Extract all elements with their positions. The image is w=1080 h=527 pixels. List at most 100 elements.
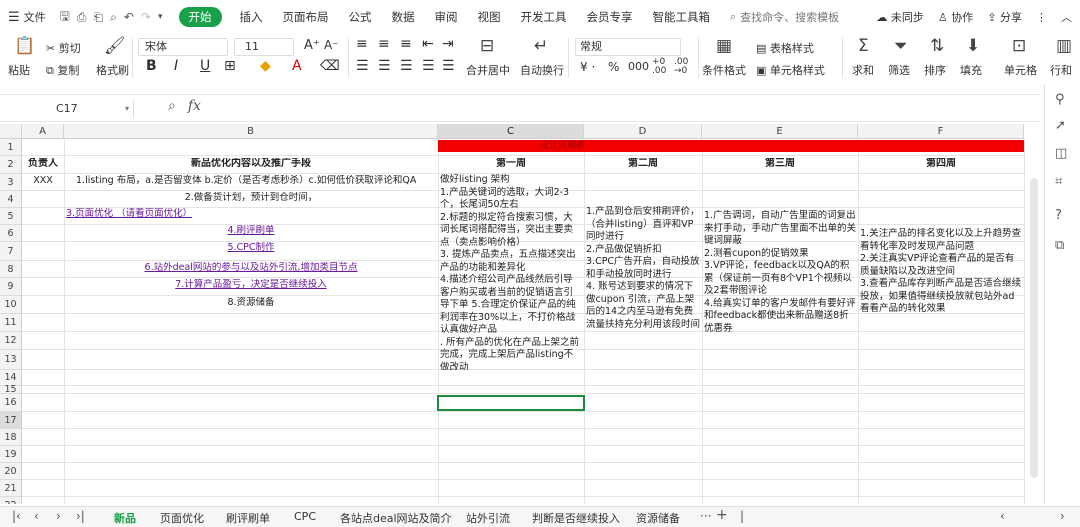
file-menu[interactable]: ☰ 文件 — [8, 9, 46, 25]
scroll-right-icon[interactable]: › — [1060, 509, 1065, 523]
font-size-select[interactable]: 11 — [234, 38, 294, 56]
merge-center-button[interactable]: 合并居中 — [466, 62, 510, 78]
conditional-format-button[interactable]: 条件格式 — [702, 62, 746, 78]
cell-d3[interactable]: 1.产品到仓后安排刷评价，（合并listing）直评和VP同时进行 2.产品做促… — [586, 206, 700, 370]
row-header-18[interactable]: 18 — [0, 429, 22, 446]
cell-b4[interactable]: 2.做备货计划，预计到仓时间， — [64, 192, 438, 205]
cell-b10[interactable]: 8.资源储备 — [64, 297, 438, 310]
select-cursor-icon[interactable]: ➚ — [1055, 118, 1066, 133]
decrease-indent-icon[interactable]: ⇤ — [422, 36, 434, 52]
sheet-grid[interactable]: A B C D E F 1 2 3 4 5 6 7 8 9 10 11 12 13 14 15 16 17 18 1… — [0, 124, 1040, 504]
sum-icon[interactable]: Σ — [858, 36, 869, 56]
zoom-icon[interactable]: ⌕ — [168, 98, 176, 114]
col-header-e[interactable]: E — [702, 124, 858, 139]
first-sheet-icon[interactable]: |‹ — [12, 509, 21, 523]
name-box[interactable]: C17 ▾ — [8, 99, 134, 118]
sum-button[interactable]: 求和 — [852, 62, 874, 78]
align-left-icon[interactable]: ☰ — [356, 58, 369, 74]
col-header-f[interactable]: F — [858, 124, 1024, 139]
tab-review[interactable]: 审阅 — [435, 9, 458, 25]
col-header-d[interactable]: D — [584, 124, 702, 139]
tab-deal-sites[interactable]: 各站点deal网站及简介 — [340, 510, 452, 526]
cell-b5[interactable]: 3.页面优化 （请看页面优化） — [66, 208, 436, 221]
align-right-icon[interactable]: ☰ — [400, 58, 413, 74]
cell-button[interactable]: 单元格 — [1004, 62, 1037, 78]
preview-icon[interactable]: ⌕ — [110, 10, 117, 25]
font-color-icon[interactable]: A — [292, 58, 302, 74]
cell-b6[interactable]: 4.刷评刷单 — [64, 225, 438, 238]
row-header-9[interactable]: 9 — [0, 278, 22, 296]
fill-icon[interactable]: ⬇ — [966, 36, 980, 56]
align-middle-icon[interactable]: ≡ — [378, 36, 390, 52]
more-icon[interactable]: ⋮ — [1036, 11, 1047, 24]
tab-page-optimize[interactable]: 页面优化 — [160, 510, 204, 526]
underline-icon[interactable]: U — [200, 58, 210, 74]
row-header-19[interactable]: 19 — [0, 446, 22, 463]
tab-member[interactable]: 会员专享 — [587, 9, 633, 25]
cell-c3[interactable]: 做好listing 架构 1.产品关键词的选取，大词2-3个，长尾词50左右 2… — [440, 174, 582, 370]
row-header-6[interactable]: 6 — [0, 225, 22, 242]
paste-button[interactable]: 粘贴 — [8, 62, 30, 78]
row-col-button[interactable]: 行和 — [1050, 62, 1072, 78]
clear-format-icon[interactable]: ⌫ — [320, 58, 340, 74]
cell-e3[interactable]: 1.广告调词，自动广告里面的词复出来打手动，手动广告里面不出单的关键词屏蔽 2.… — [704, 210, 856, 370]
row-header-5[interactable]: 5 — [0, 208, 22, 225]
distribute-icon[interactable]: ☰ — [442, 58, 455, 74]
increase-decimal-icon[interactable]: +0.00 — [652, 58, 666, 76]
filter-panel-icon[interactable]: ⚲ — [1055, 92, 1065, 107]
copy-button[interactable]: ⧉ 复制 — [46, 62, 79, 78]
tab-insert[interactable]: 插入 — [240, 9, 263, 25]
shape-icon[interactable]: ◫ — [1055, 146, 1067, 161]
filter-icon[interactable]: ⏷ — [894, 36, 908, 56]
border-icon[interactable]: ⊞ — [224, 58, 236, 74]
cell-e2[interactable]: 第三周 — [702, 158, 858, 171]
bold-icon[interactable]: B — [146, 58, 157, 74]
cell-b9[interactable]: 7.计算产品盈亏，决定是否继续投入 — [64, 279, 438, 292]
row-header-1[interactable]: 1 — [0, 139, 22, 156]
vertical-scrollbar[interactable] — [1030, 178, 1038, 478]
tab-data[interactable]: 数据 — [392, 9, 415, 25]
tab-page-layout[interactable]: 页面布局 — [283, 9, 329, 25]
collapse-icon[interactable]: ︿ — [1061, 9, 1072, 25]
share-button[interactable]: ⇪ 分享 — [987, 9, 1022, 25]
sort-button[interactable]: 排序 — [924, 62, 946, 78]
row-header-20[interactable]: 20 — [0, 463, 22, 480]
cell-f3[interactable]: 1.关注产品的排名变化以及上升趋势查看转化率及时发现产品问题 2.关注真实VP评… — [860, 228, 1022, 370]
grow-font-icon[interactable]: A⁺ — [304, 38, 320, 53]
table-style-button[interactable]: ▤ 表格样式 — [756, 40, 814, 56]
cut-button[interactable]: ✂ 剪切 — [46, 40, 81, 56]
cell-b8[interactable]: 6.站外deal网站的参与以及站外引流,增加类目节点 — [64, 262, 438, 275]
redo-icon[interactable]: ↷ — [141, 10, 151, 24]
tab-cpc[interactable]: CPC — [294, 510, 316, 523]
dropdown-icon[interactable]: ▾ — [158, 12, 163, 22]
prev-sheet-icon[interactable]: ‹ — [34, 509, 39, 523]
format-painter-icon[interactable]: 🖌 — [104, 36, 126, 56]
tab-smart-tools[interactable]: 智能工具箱 — [653, 9, 711, 25]
cell-a3[interactable]: XXX — [22, 175, 64, 188]
crop-icon[interactable]: ⌗ — [1055, 174, 1062, 189]
cell-b2[interactable]: 新品优化内容以及推广手段 — [64, 158, 438, 171]
tab-external-traffic[interactable]: 站外引流 — [466, 510, 510, 526]
cell-b7[interactable]: 5.CPC制作 — [64, 242, 438, 255]
tab-developer[interactable]: 开发工具 — [521, 9, 567, 25]
row-col-icon[interactable]: ▥ — [1056, 36, 1072, 56]
sort-icon[interactable]: ⇅ — [930, 36, 944, 56]
currency-icon[interactable]: ¥ · — [580, 60, 595, 74]
row-header-16[interactable]: 16 — [0, 394, 22, 412]
italic-icon[interactable]: I — [174, 58, 178, 74]
fx-icon[interactable]: fx — [188, 98, 201, 114]
row-header-7[interactable]: 7 — [0, 242, 22, 261]
tab-start[interactable]: 开始 — [178, 7, 222, 27]
row-header-11[interactable]: 11 — [0, 314, 22, 332]
cell-b3[interactable]: 1.listing 布局，a.是否留变体 b.定价（是否考虑秒杀）c.如何低价获… — [70, 175, 436, 188]
wrap-text-button[interactable]: 自动换行 — [520, 62, 564, 78]
row-header-4[interactable]: 4 — [0, 191, 22, 208]
share-panel-icon[interactable]: ⧉ — [1055, 238, 1064, 253]
thousands-icon[interactable]: 000 — [628, 60, 649, 73]
tab-review-order[interactable]: 刷评刷单 — [226, 510, 270, 526]
col-header-b[interactable]: B — [64, 124, 438, 139]
row-header-8[interactable]: 8 — [0, 261, 22, 278]
cell-icon[interactable]: ⊡ — [1012, 36, 1026, 56]
align-top-icon[interactable]: ≡ — [356, 36, 368, 52]
sync-button[interactable]: ☁ 未同步 — [876, 9, 924, 25]
